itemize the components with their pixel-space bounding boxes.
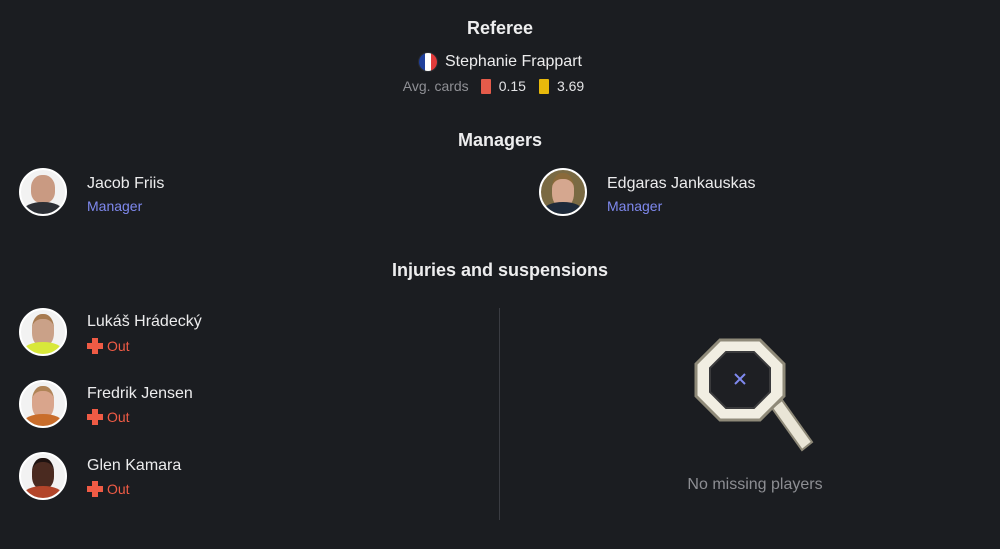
injury-status-label: Out xyxy=(107,409,130,425)
away-manager-name[interactable]: Edgaras Jankauskas xyxy=(607,175,756,193)
no-missing-players-text: No missing players xyxy=(687,476,823,493)
injury-status: Out xyxy=(87,338,130,354)
injury-status: Out xyxy=(87,409,130,425)
home-manager-role: Manager xyxy=(87,198,143,214)
red-card-icon xyxy=(480,78,491,94)
away-manager-role: Manager xyxy=(607,198,663,214)
magnifier-empty-icon xyxy=(694,338,814,452)
france-flag-icon xyxy=(418,52,438,72)
player-avatar[interactable] xyxy=(19,308,67,356)
injury-status: Out xyxy=(87,481,130,497)
home-manager-avatar[interactable] xyxy=(19,168,67,216)
away-manager-avatar[interactable] xyxy=(539,168,587,216)
managers-section-title: Managers xyxy=(457,130,543,150)
injured-player-name[interactable]: Glen Kamara xyxy=(87,457,181,475)
injury-cross-icon xyxy=(87,409,103,425)
referee-name[interactable]: Stephanie Frappart xyxy=(445,53,582,71)
player-avatar[interactable] xyxy=(19,380,67,428)
avg-cards-row: Avg. cards 0.15 3.69 xyxy=(0,78,1000,94)
injuries-section-title: Injuries and suspensions xyxy=(391,260,609,280)
injury-status-label: Out xyxy=(107,481,130,497)
home-manager-name[interactable]: Jacob Friis xyxy=(87,175,164,193)
red-card-avg: 0.15 xyxy=(498,78,526,94)
injured-player-name[interactable]: Fredrik Jensen xyxy=(87,385,193,403)
injured-player-name[interactable]: Lukáš Hrádecký xyxy=(87,313,202,331)
referee-section-title: Referee xyxy=(466,18,534,38)
yellow-card-avg: 3.69 xyxy=(556,78,585,94)
referee-row: Stephanie Frappart xyxy=(0,52,1000,72)
injury-status-label: Out xyxy=(107,338,130,354)
column-divider xyxy=(499,308,500,520)
yellow-card-icon xyxy=(538,78,549,94)
player-avatar[interactable] xyxy=(19,452,67,500)
injury-cross-icon xyxy=(87,481,103,497)
avg-cards-label: Avg. cards xyxy=(402,78,469,94)
injury-cross-icon xyxy=(87,338,103,354)
